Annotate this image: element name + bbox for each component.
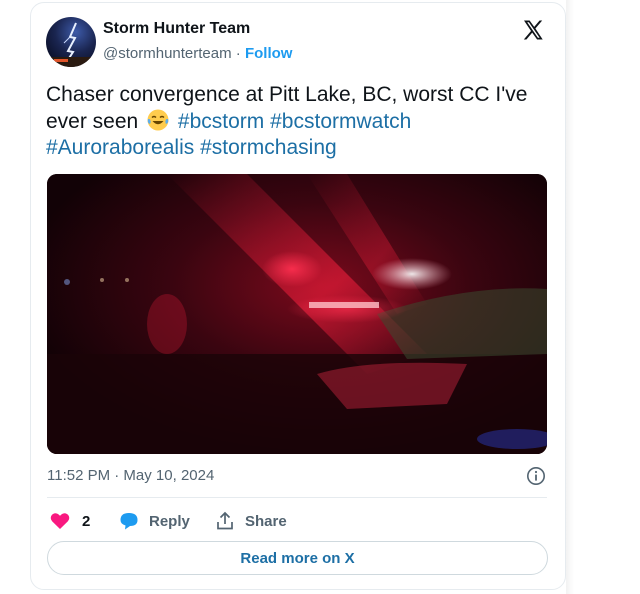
read-more-button[interactable]: Read more on X: [47, 541, 548, 575]
hashtag-link[interactable]: #stormchasing: [200, 136, 337, 159]
share-button[interactable]: Share: [215, 510, 287, 532]
like-count: 2: [82, 512, 91, 530]
info-icon[interactable]: [526, 466, 546, 486]
share-icon: [217, 511, 233, 530]
heart-icon: [50, 513, 70, 529]
author-name[interactable]: Storm Hunter Team: [103, 20, 250, 38]
face-with-tears-of-joy-icon: [147, 109, 169, 131]
night-scene-image: [47, 174, 547, 454]
tweet-timestamp[interactable]: 11:52 PM · May 10, 2024: [47, 467, 214, 484]
video-thumbnail[interactable]: [47, 174, 547, 454]
x-logo-icon[interactable]: [521, 18, 545, 42]
like-button[interactable]: 2: [50, 510, 90, 532]
hashtag-link[interactable]: #bcstorm: [178, 110, 264, 133]
lightning-avatar-icon: [46, 22, 96, 67]
tweet-text-line1: Chaser convergence at Pitt Lake, BC, wor…: [46, 83, 528, 106]
follow-button[interactable]: Follow: [245, 45, 293, 62]
author-handle-row: @stormhunterteam · Follow: [103, 45, 292, 62]
reply-label: Reply: [149, 512, 190, 530]
divider: [47, 497, 547, 498]
reply-bubble-icon: [120, 513, 138, 530]
tweet-text-line3: #Auroraborealis #stormchasing: [46, 135, 546, 161]
hashtag-link[interactable]: #bcstormwatch: [270, 110, 411, 133]
avatar[interactable]: [46, 17, 96, 67]
hashtag-link[interactable]: #Auroraborealis: [46, 136, 194, 159]
tweet-text-line2: ever seen #bcstorm #bcstormwatch: [46, 108, 546, 135]
reply-button[interactable]: Reply: [119, 510, 190, 532]
author-handle[interactable]: @stormhunterteam: [103, 45, 232, 62]
tweet-text-fragment: ever seen: [46, 110, 139, 133]
share-label: Share: [245, 512, 287, 530]
separator-dot: ·: [235, 45, 241, 62]
tweet-text: Chaser convergence at Pitt Lake, BC, wor…: [46, 82, 546, 161]
page-edge-shadow: [566, 0, 574, 594]
